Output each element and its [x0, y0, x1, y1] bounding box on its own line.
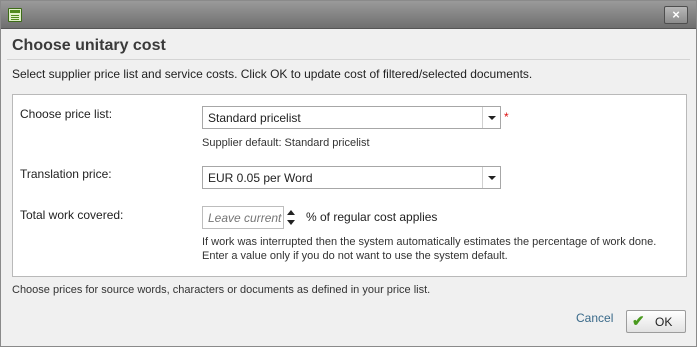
- work-covered-hint-line2: Enter a value only if you do not want to…: [202, 250, 508, 262]
- supplier-default-hint: Supplier default: Standard pricelist: [202, 137, 370, 149]
- title-bar[interactable]: ×: [1, 1, 696, 29]
- intro-text: Select supplier price list and service c…: [12, 67, 533, 81]
- arrow-down-icon[interactable]: [287, 220, 295, 225]
- work-covered-unit: % of regular cost applies: [306, 210, 438, 224]
- form-panel: Choose price list: Standard pricelist * …: [12, 94, 687, 277]
- dialog-title: Choose unitary cost: [12, 37, 166, 54]
- document-list-icon: [8, 8, 22, 22]
- price-list-select[interactable]: Standard pricelist: [202, 106, 501, 129]
- close-icon: ×: [672, 7, 680, 22]
- price-list-label: Choose price list:: [20, 107, 113, 121]
- check-icon: ✔: [632, 313, 645, 330]
- work-covered-input[interactable]: [202, 206, 284, 229]
- arrow-up-icon[interactable]: [287, 210, 295, 215]
- choose-unitary-cost-dialog: × Choose unitary cost Select supplier pr…: [0, 0, 697, 347]
- footer-note: Choose prices for source words, characte…: [12, 284, 431, 296]
- cancel-link[interactable]: Cancel: [576, 311, 613, 325]
- ok-label: OK: [655, 315, 673, 329]
- translation-price-value: EUR 0.05 per Word: [208, 171, 313, 185]
- work-covered-label: Total work covered:: [20, 208, 124, 222]
- header-divider: [7, 59, 690, 60]
- translation-price-label: Translation price:: [20, 167, 112, 181]
- required-marker: *: [504, 110, 509, 124]
- work-covered-spinner[interactable]: [286, 206, 296, 229]
- translation-price-select[interactable]: EUR 0.05 per Word: [202, 166, 501, 189]
- chevron-down-icon[interactable]: [482, 167, 500, 188]
- price-list-value: Standard pricelist: [208, 111, 301, 125]
- ok-button[interactable]: ✔ OK: [626, 310, 686, 333]
- close-button[interactable]: ×: [664, 6, 688, 24]
- work-covered-hint-line1: If work was interrupted then the system …: [202, 236, 657, 248]
- chevron-down-icon[interactable]: [482, 107, 500, 128]
